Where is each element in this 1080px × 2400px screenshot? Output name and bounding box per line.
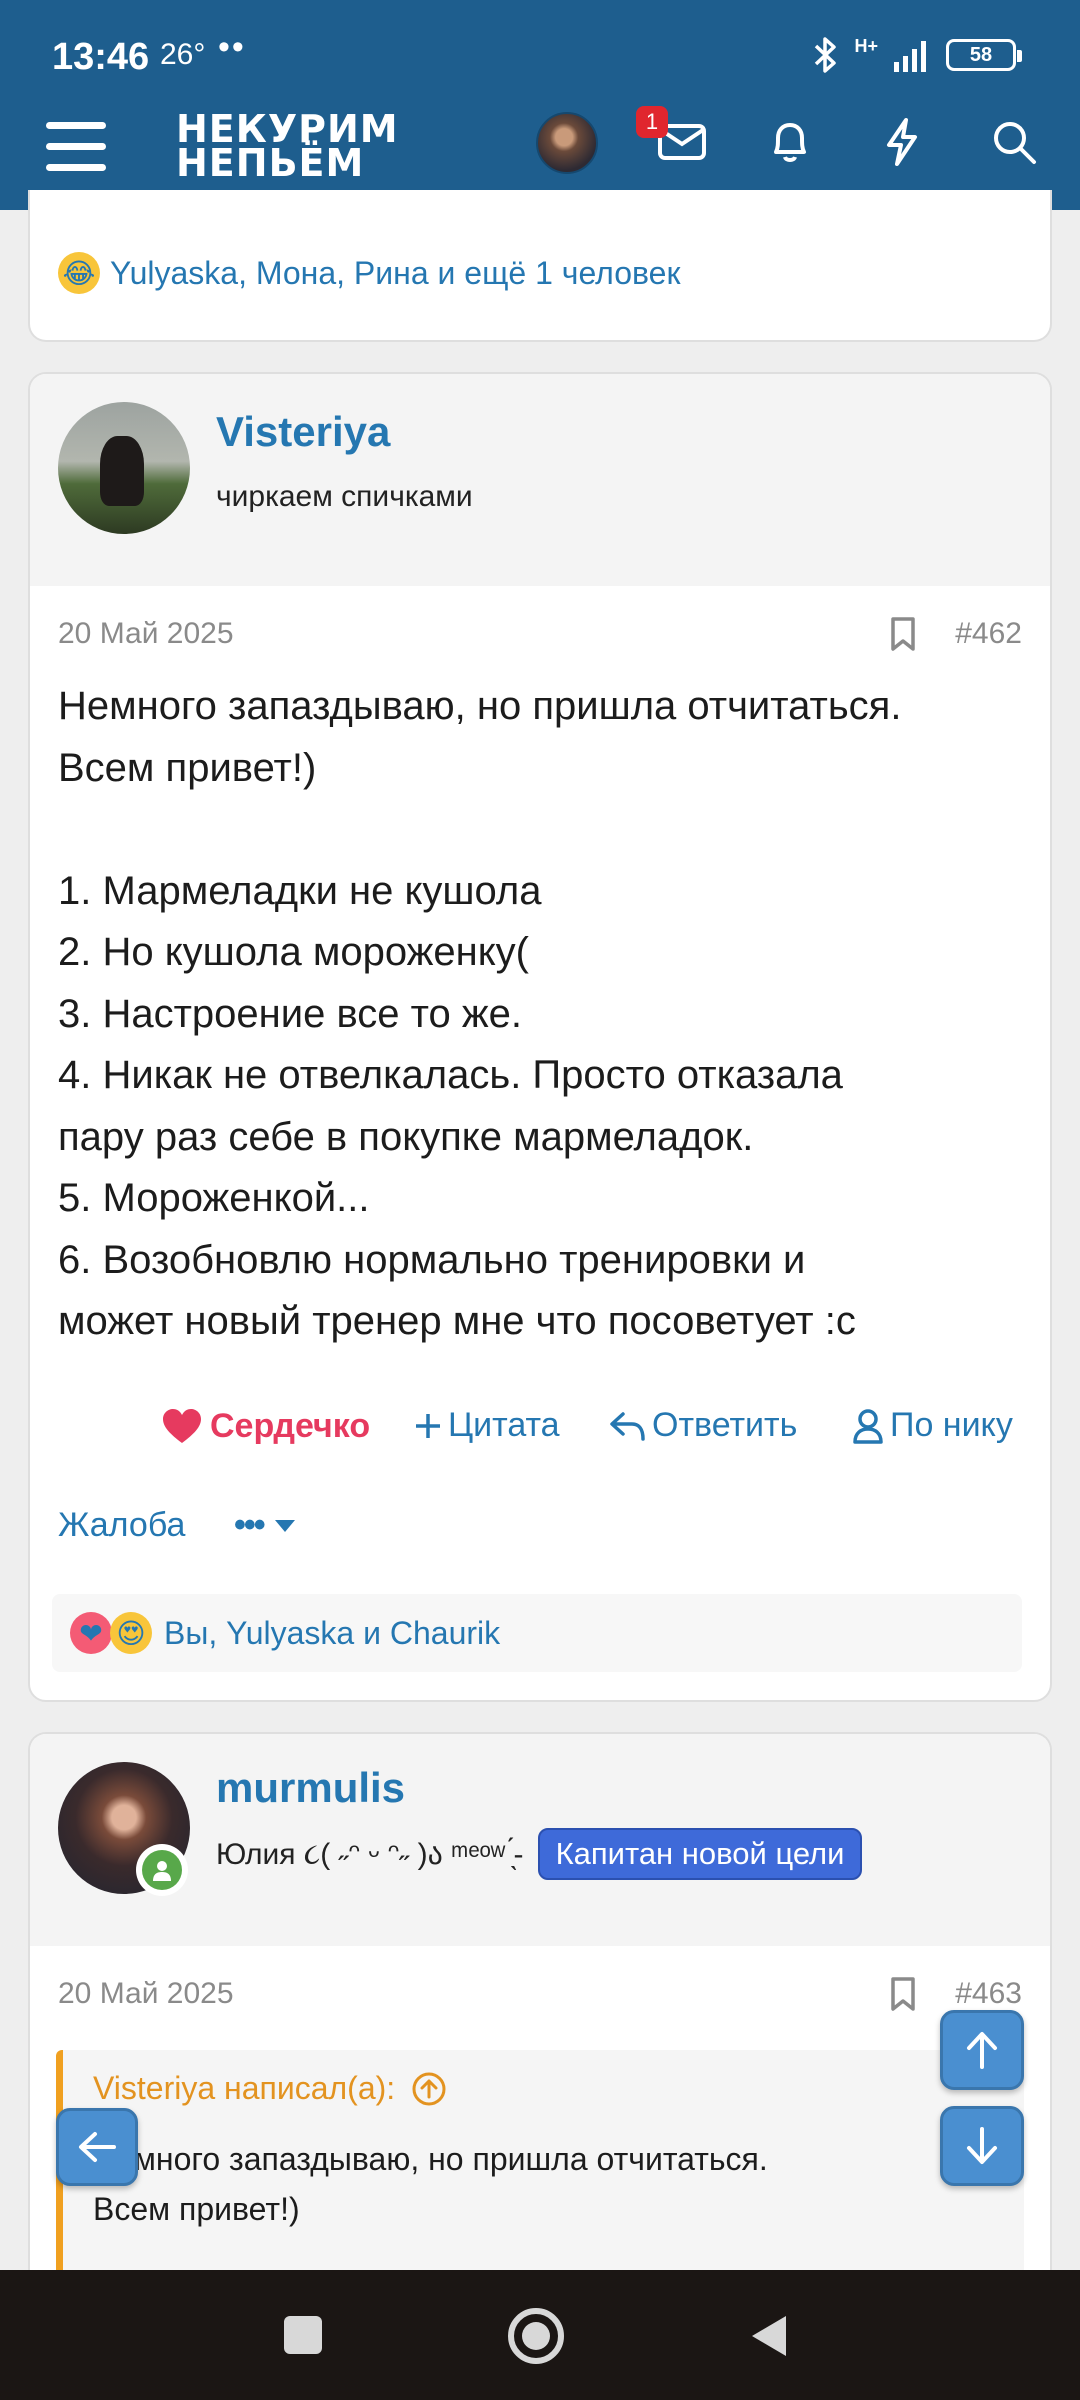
reactions-text: Вы, Yulyaska и Chaurik bbox=[164, 1614, 501, 1651]
heart-icon bbox=[163, 1409, 201, 1443]
scroll-bottom-button[interactable] bbox=[940, 2106, 1024, 2186]
post-body: Немного запаздываю, но пришла отчитаться… bbox=[58, 684, 902, 1343]
back-nav-button[interactable] bbox=[746, 2312, 790, 2360]
reactions-summary[interactable]: 😂 Yulyaska, Мона, Рина и ещё 1 человек bbox=[58, 252, 680, 294]
system-nav-bar bbox=[0, 2270, 1080, 2400]
like-button[interactable]: Сердечко bbox=[160, 1406, 370, 1446]
status-more-icon: •• bbox=[218, 28, 246, 66]
status-temperature: 26° bbox=[160, 38, 206, 71]
signal-icon bbox=[894, 41, 926, 72]
quote-author: Visteriya написал(а): bbox=[93, 2070, 396, 2106]
home-button[interactable] bbox=[508, 2308, 564, 2364]
menu-button[interactable] bbox=[46, 122, 106, 172]
more-options-button[interactable]: ••• bbox=[234, 1506, 296, 1545]
user-title: Юлия ૮( ˶ᵔ ᵕ ᵔ˶ )ა ᵐᵉᵒʷ ̖́- bbox=[216, 1837, 524, 1871]
quote-header[interactable]: Visteriya написал(а): bbox=[93, 2070, 447, 2107]
back-button[interactable] bbox=[56, 2108, 138, 2186]
arrow-up-circle-icon bbox=[412, 2072, 446, 2105]
quote-text: Немного запаздываю, но пришла отчитаться… bbox=[93, 2141, 768, 2227]
status-icons: H+ 58 bbox=[810, 34, 1022, 76]
heart-eyes-emoji-icon: 😍 bbox=[110, 1612, 152, 1654]
previous-post-card: 😂 Yulyaska, Мона, Рина и ещё 1 человек bbox=[28, 190, 1052, 342]
recents-button[interactable] bbox=[284, 2316, 322, 2354]
battery-indicator: 58 bbox=[946, 39, 1022, 71]
app-header: 13:46 26° •• H+ 58 НЕКУРИМ НЕПЬЁМ 1 bbox=[0, 0, 1080, 210]
quote-block: Visteriya написал(а): Немного запаздываю… bbox=[56, 2050, 1024, 2290]
user-title-row: Юлия ૮( ˶ᵔ ᵕ ᵔ˶ )ა ᵐᵉᵒʷ ̖́- Капитан ново… bbox=[216, 1828, 863, 1880]
bookmark-icon bbox=[891, 617, 915, 651]
post-meta: 20 Май 2025 #462 bbox=[58, 614, 1022, 654]
bluetooth-icon bbox=[815, 37, 837, 73]
site-logo[interactable]: НЕКУРИМ НЕПЬЁМ bbox=[176, 110, 399, 182]
search-icon bbox=[994, 122, 1036, 164]
post-number[interactable]: #462 bbox=[955, 617, 1022, 651]
reactions-text: Yulyaska, Мона, Рина и ещё 1 человек bbox=[110, 254, 681, 291]
post-user-header: Visteriya чиркаем спичками bbox=[30, 374, 1050, 586]
chevron-down-icon bbox=[274, 1519, 295, 1532]
whats-new-button[interactable] bbox=[870, 110, 934, 174]
reply-button[interactable]: Ответить bbox=[608, 1406, 797, 1445]
post-username[interactable]: murmulis bbox=[216, 1764, 405, 1812]
status-time: 13:46 bbox=[52, 36, 150, 78]
post-date[interactable]: 20 Май 2025 bbox=[58, 617, 883, 651]
rofl-emoji-icon: 😂 bbox=[58, 252, 100, 294]
network-type: H+ bbox=[854, 36, 878, 56]
arrow-up-icon bbox=[967, 2032, 997, 2069]
report-button[interactable]: Жалоба bbox=[58, 1506, 185, 1545]
post-card: Visteriya чиркаем спичками 20 Май 2025 #… bbox=[28, 372, 1052, 1702]
post-number[interactable]: #463 bbox=[955, 1977, 1022, 2011]
scroll-top-button[interactable] bbox=[940, 2010, 1024, 2090]
bell-icon bbox=[774, 123, 806, 162]
arrow-down-icon bbox=[967, 2127, 997, 2164]
avatar[interactable] bbox=[58, 402, 190, 534]
user-icon bbox=[853, 1408, 883, 1444]
post-actions: Сердечко Цитата Ответить По нику bbox=[30, 1406, 1050, 1456]
user-avatar[interactable] bbox=[536, 112, 598, 174]
ellipsis-icon: ••• bbox=[234, 1506, 266, 1544]
home-icon bbox=[522, 2322, 550, 2350]
search-button[interactable] bbox=[982, 110, 1046, 174]
quote-button[interactable]: Цитата bbox=[414, 1406, 560, 1445]
online-status-icon bbox=[136, 1844, 188, 1896]
user-banner-badge: Капитан новой цели bbox=[537, 1828, 863, 1880]
post-user-header: murmulis Юлия ૮( ˶ᵔ ᵕ ᵔ˶ )ა ᵐᵉᵒʷ ̖́- Кап… bbox=[30, 1734, 1050, 1946]
user-title: чиркаем спичками bbox=[216, 480, 473, 513]
mention-by-nick-button[interactable]: По нику bbox=[852, 1406, 1013, 1445]
bookmark-button[interactable] bbox=[883, 616, 923, 652]
bookmark-button[interactable] bbox=[883, 1976, 923, 2012]
bookmark-icon bbox=[891, 1977, 915, 2011]
messages-count-badge: 1 bbox=[636, 106, 668, 138]
lightning-icon bbox=[887, 118, 917, 166]
plus-icon bbox=[416, 1413, 440, 1438]
post-date[interactable]: 20 Май 2025 bbox=[58, 1977, 883, 2011]
reply-icon bbox=[610, 1411, 645, 1441]
notifications-button[interactable] bbox=[758, 110, 822, 174]
heart-reaction-icon: ❤ bbox=[70, 1612, 112, 1654]
post-username[interactable]: Visteriya bbox=[216, 408, 390, 456]
reactions-summary[interactable]: ❤ 😍 Вы, Yulyaska и Chaurik bbox=[52, 1594, 1022, 1672]
arrow-left-icon bbox=[79, 2132, 116, 2162]
post-meta: 20 Май 2025 #463 bbox=[58, 1974, 1022, 2014]
